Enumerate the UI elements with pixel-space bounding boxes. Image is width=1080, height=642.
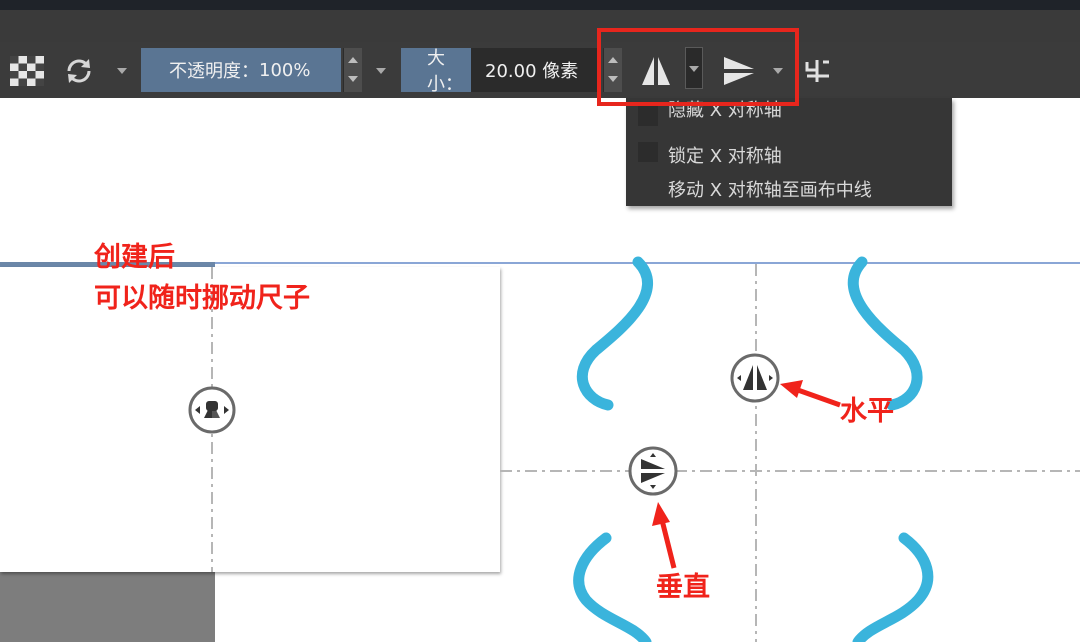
annotation-ruler-note-line1: 创建后: [94, 242, 175, 273]
annotation-vertical: 垂直: [656, 572, 710, 603]
annotation-ruler-note-line2: 可以随时挪动尺子: [94, 283, 310, 314]
annotation-horizontal: 水平: [840, 396, 894, 427]
annotation-arrows: [652, 380, 841, 569]
arrow-line: [659, 519, 677, 569]
arrow-head: [652, 502, 670, 526]
arrow-line: [794, 386, 841, 408]
arrow-head: [780, 380, 803, 398]
